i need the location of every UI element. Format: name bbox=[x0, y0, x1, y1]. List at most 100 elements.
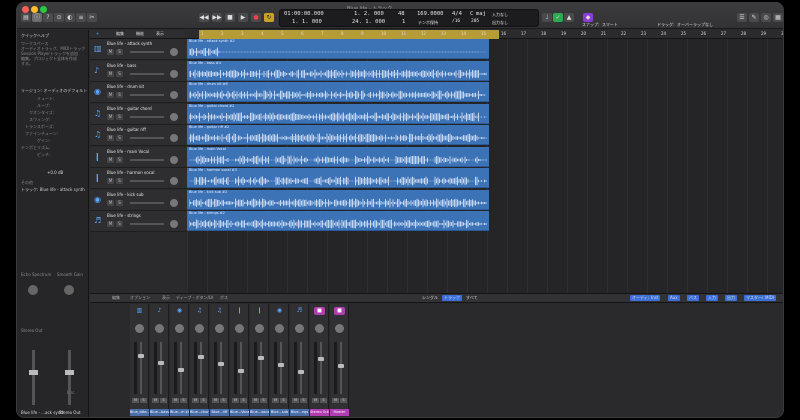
channel-strip[interactable]: ❙ M S Blue...vocal bbox=[250, 304, 269, 416]
volume-fader[interactable] bbox=[340, 342, 342, 394]
more-disclosure[interactable]: その他 bbox=[21, 180, 33, 186]
fader-cap[interactable] bbox=[318, 357, 324, 361]
mute-button[interactable]: M bbox=[107, 221, 114, 227]
volume-fader[interactable] bbox=[160, 342, 162, 394]
strip-solo-button[interactable]: S bbox=[280, 398, 287, 403]
solo-button[interactable]: S bbox=[116, 49, 123, 55]
volume-slider[interactable] bbox=[130, 137, 164, 139]
record-icon[interactable]: ● bbox=[251, 13, 261, 22]
volume-fader[interactable] bbox=[300, 342, 302, 394]
audio-region[interactable]: Blue life - attack synth #2 bbox=[187, 39, 489, 59]
browsers-icon[interactable]: ▦ bbox=[773, 13, 783, 22]
drag-value[interactable]: オーバーラップなし bbox=[675, 22, 715, 28]
arrange-functions-menu[interactable]: 機能 bbox=[134, 31, 146, 37]
library-icon[interactable]: ▤ bbox=[21, 13, 31, 22]
strip-mute-button[interactable]: M bbox=[212, 398, 219, 403]
track-name[interactable]: Blue life - guitar riff bbox=[107, 127, 146, 132]
mixer-menu-item[interactable]: 表示 bbox=[162, 295, 170, 301]
cycle-icon[interactable]: ↻ bbox=[264, 13, 274, 22]
volume-fader[interactable] bbox=[260, 342, 262, 394]
channel-strip[interactable]: ♪ M S Blue...bass bbox=[150, 304, 169, 416]
bar-ruler[interactable]: 1 2 3 4 5 6 7 8 9 10 11 12 13 14 15 16 17 18 19 20 21 22 23 24 2… bbox=[185, 22, 783, 39]
solo-button[interactable]: S bbox=[116, 92, 123, 98]
left-strip-fader-cap[interactable] bbox=[29, 370, 38, 375]
volume-slider[interactable] bbox=[130, 51, 164, 53]
solo-button[interactable]: S bbox=[116, 113, 123, 120]
notepad-icon[interactable]: ✎ bbox=[749, 13, 759, 22]
left-strip-plugin[interactable]: Echo Spectrum bbox=[21, 272, 51, 277]
arrange-view-menu[interactable]: 表示 bbox=[154, 31, 166, 37]
fader-cap[interactable] bbox=[158, 361, 164, 365]
help-icon[interactable]: ? bbox=[43, 13, 53, 22]
fader-cap[interactable] bbox=[138, 354, 144, 358]
mute-button[interactable]: M bbox=[107, 199, 114, 206]
track-header[interactable]: ♬ Blue life - strings M S bbox=[90, 211, 187, 232]
pan-knob[interactable] bbox=[170, 198, 178, 207]
zoom-window-button[interactable] bbox=[40, 6, 47, 13]
left-strip-knob[interactable] bbox=[28, 285, 38, 295]
gain-value[interactable]: +0.0 dB bbox=[47, 170, 63, 175]
close-window-button[interactable] bbox=[22, 6, 29, 13]
strip-mute-button[interactable]: M bbox=[272, 398, 279, 403]
channel-strip[interactable]: ♫ M S Blue...chord bbox=[190, 304, 209, 416]
mixer-filter-button[interactable]: Aux bbox=[668, 295, 680, 301]
right-strip-plugin[interactable]: Smooth Gain bbox=[57, 272, 83, 277]
channel-strip[interactable]: ◼ M S Master bbox=[330, 304, 349, 416]
solo-button[interactable]: S bbox=[116, 156, 123, 163]
volume-slider[interactable] bbox=[130, 180, 164, 182]
cycle-region[interactable] bbox=[199, 30, 499, 39]
arrange-area[interactable]: Blue life - attack synth #2 Blue life - b… bbox=[187, 39, 783, 293]
fader-cap[interactable] bbox=[338, 364, 344, 368]
fader-cap[interactable] bbox=[298, 370, 304, 374]
list-editors-icon[interactable]: ☰ bbox=[737, 13, 747, 22]
volume-fader[interactable] bbox=[240, 342, 242, 394]
track-header[interactable]: ❙ Blue life - main Vocal M S bbox=[90, 146, 187, 168]
strip-solo-button[interactable]: S bbox=[320, 398, 327, 403]
channel-strip[interactable]: ♬ M S Blue...ngs bbox=[290, 304, 309, 416]
track-name[interactable]: Blue life - guitar chord bbox=[107, 106, 152, 111]
inspector-icon[interactable]: ⓘ bbox=[32, 13, 42, 22]
solo-button[interactable]: S bbox=[116, 199, 123, 206]
toolbar-icon[interactable]: ⊙ bbox=[54, 13, 64, 22]
left-strip-fader[interactable] bbox=[32, 350, 35, 405]
strip-pan-knob[interactable] bbox=[195, 324, 204, 333]
solo-button[interactable]: S bbox=[116, 221, 123, 227]
channel-strip[interactable]: ♫ M S Blue...riff bbox=[210, 304, 229, 416]
right-strip-fader[interactable] bbox=[68, 350, 71, 405]
mixer-menu-item[interactable]: ディープ・ボタン/LV bbox=[176, 295, 213, 301]
mixer-filter-button[interactable]: Inst bbox=[649, 295, 661, 301]
mute-button[interactable]: M bbox=[107, 113, 114, 120]
solo-button[interactable]: S bbox=[116, 135, 123, 141]
volume-slider[interactable] bbox=[130, 94, 164, 96]
strip-pan-knob[interactable] bbox=[215, 324, 224, 333]
strip-mute-button[interactable]: M bbox=[332, 398, 339, 403]
strip-pan-knob[interactable] bbox=[255, 324, 264, 333]
mute-button[interactable]: M bbox=[107, 156, 114, 163]
audio-region[interactable]: Blue life - kick sub #2 bbox=[187, 189, 489, 210]
fader-cap[interactable] bbox=[278, 363, 284, 367]
fader-cap[interactable] bbox=[198, 355, 204, 359]
volume-slider[interactable] bbox=[130, 72, 164, 75]
pan-knob[interactable] bbox=[170, 220, 178, 228]
audio-region[interactable]: Blue life - main Vocal bbox=[187, 146, 489, 167]
track-header[interactable]: ♪ Blue life - bass M S bbox=[90, 60, 187, 82]
mixer-view-tab[interactable]: シングル bbox=[420, 295, 440, 301]
volume-slider[interactable] bbox=[130, 223, 164, 225]
tuner-icon[interactable]: ♩ bbox=[542, 13, 552, 22]
track-header[interactable]: ❙ Blue life - harmon vocal M S bbox=[90, 168, 187, 189]
volume-slider[interactable] bbox=[130, 115, 164, 118]
volume-fader[interactable] bbox=[320, 342, 322, 394]
solo-button[interactable]: S bbox=[116, 70, 123, 77]
channel-strip[interactable]: ◉ M S Blue...m kit bbox=[170, 304, 189, 416]
pan-knob[interactable] bbox=[170, 69, 178, 78]
solo-button[interactable]: S bbox=[116, 178, 123, 184]
lcd-display[interactable]: 01:00:00.000 1. 1. 000 1. 2. 000 24. 1. … bbox=[279, 9, 539, 27]
mute-button[interactable]: M bbox=[107, 135, 114, 141]
mixer-menu-item[interactable]: ボス bbox=[220, 295, 228, 301]
track-name[interactable]: Blue life - harmon vocal bbox=[107, 170, 155, 175]
volume-slider[interactable] bbox=[130, 201, 164, 204]
audio-region[interactable]: Blue life - guitar riff #2 bbox=[187, 125, 489, 145]
strip-mute-button[interactable]: M bbox=[312, 398, 319, 403]
track-name[interactable]: Blue life - bass bbox=[107, 63, 136, 68]
pan-knob[interactable] bbox=[170, 134, 178, 142]
